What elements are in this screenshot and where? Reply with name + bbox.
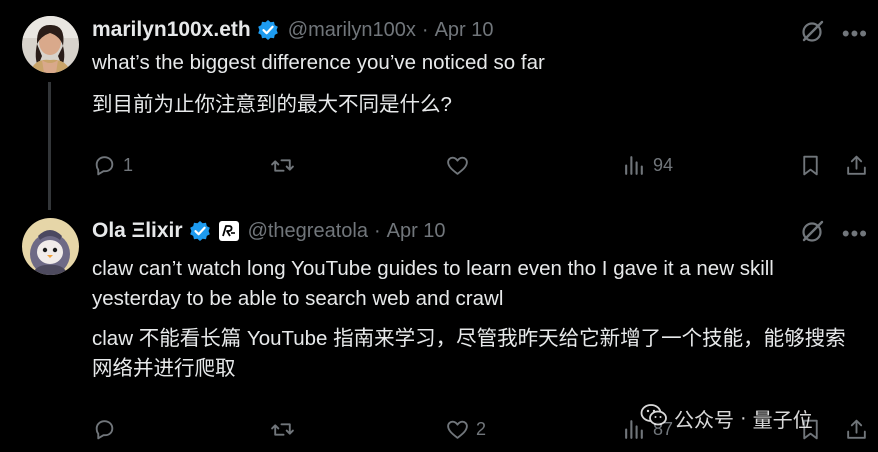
- tweet-translation: 到目前为止你注意到的最大不同是什么?: [92, 93, 452, 116]
- repost-icon: [271, 158, 294, 172]
- wechat-icon: [640, 403, 668, 433]
- thread-line: [48, 82, 51, 210]
- more-options-icon[interactable]: •••: [842, 222, 868, 245]
- like-count: 2: [476, 418, 487, 439]
- repost-button[interactable]: [270, 150, 301, 180]
- timestamp[interactable]: Apr 10: [435, 19, 494, 42]
- display-name[interactable]: marilyn100x.eth: [92, 18, 251, 42]
- heart-icon: [447, 156, 468, 175]
- handle[interactable]: @marilyn100x: [288, 19, 416, 42]
- watermark: 公众号 · 量子位: [640, 404, 813, 432]
- share-icon: [847, 419, 866, 439]
- view-count: 94: [653, 154, 674, 175]
- tweet-text: claw can’t watch long YouTube guides to …: [92, 257, 774, 310]
- bookmark-button[interactable]: [798, 150, 823, 180]
- grok-icon[interactable]: [800, 218, 826, 249]
- reply-button[interactable]: 1: [92, 150, 133, 180]
- views-icon: [625, 155, 643, 175]
- repost-button[interactable]: [270, 414, 301, 444]
- affiliation-badge-icon[interactable]: [218, 221, 239, 241]
- watermark-right: 量子位: [752, 409, 813, 432]
- tweet-header: marilyn100x.eth @marilyn100x · Apr 10: [92, 15, 494, 45]
- reply-icon: [95, 419, 114, 439]
- bookmark-icon: [803, 155, 818, 175]
- tweet-top-icons: •••: [800, 218, 868, 249]
- like-button[interactable]: 2: [445, 414, 486, 444]
- repost-icon: [271, 422, 294, 436]
- avatar[interactable]: [22, 218, 79, 275]
- action-bar: 1 94: [92, 150, 878, 180]
- handle[interactable]: @thegreatola: [248, 220, 368, 243]
- share-button[interactable]: [844, 150, 869, 180]
- verified-badge-icon: [189, 220, 211, 242]
- verified-badge-icon: [257, 19, 279, 41]
- share-icon: [847, 155, 866, 175]
- tweet-header: Ola Ξlixir @thegreatola · Apr 10: [92, 216, 446, 246]
- tweet-text: what’s the biggest difference you’ve not…: [92, 51, 545, 74]
- tweet-top-icons: •••: [800, 18, 868, 49]
- grok-icon[interactable]: [800, 18, 826, 49]
- reply-button[interactable]: [92, 414, 123, 444]
- reply-icon: [95, 155, 114, 175]
- display-name[interactable]: Ola Ξlixir: [92, 219, 183, 243]
- separator-dot: ·: [421, 18, 429, 41]
- reply-count: 1: [123, 154, 134, 175]
- share-button[interactable]: [844, 414, 869, 444]
- watermark-left: 公众号: [674, 409, 734, 432]
- watermark-dot: ·: [740, 406, 747, 429]
- views-button[interactable]: 94: [622, 150, 673, 180]
- timestamp[interactable]: Apr 10: [387, 220, 446, 243]
- heart-icon: [447, 420, 468, 439]
- separator-dot: ·: [373, 219, 381, 242]
- tweet-1[interactable]: marilyn100x.eth @marilyn100x · Apr 10 ••…: [0, 0, 878, 210]
- like-button[interactable]: [445, 150, 476, 180]
- avatar[interactable]: [22, 16, 79, 73]
- tweet-translation: claw 不能看长篇 YouTube 指南来学习，尽管我昨天给它新增了一个技能，…: [92, 327, 846, 380]
- more-options-icon[interactable]: •••: [842, 22, 868, 45]
